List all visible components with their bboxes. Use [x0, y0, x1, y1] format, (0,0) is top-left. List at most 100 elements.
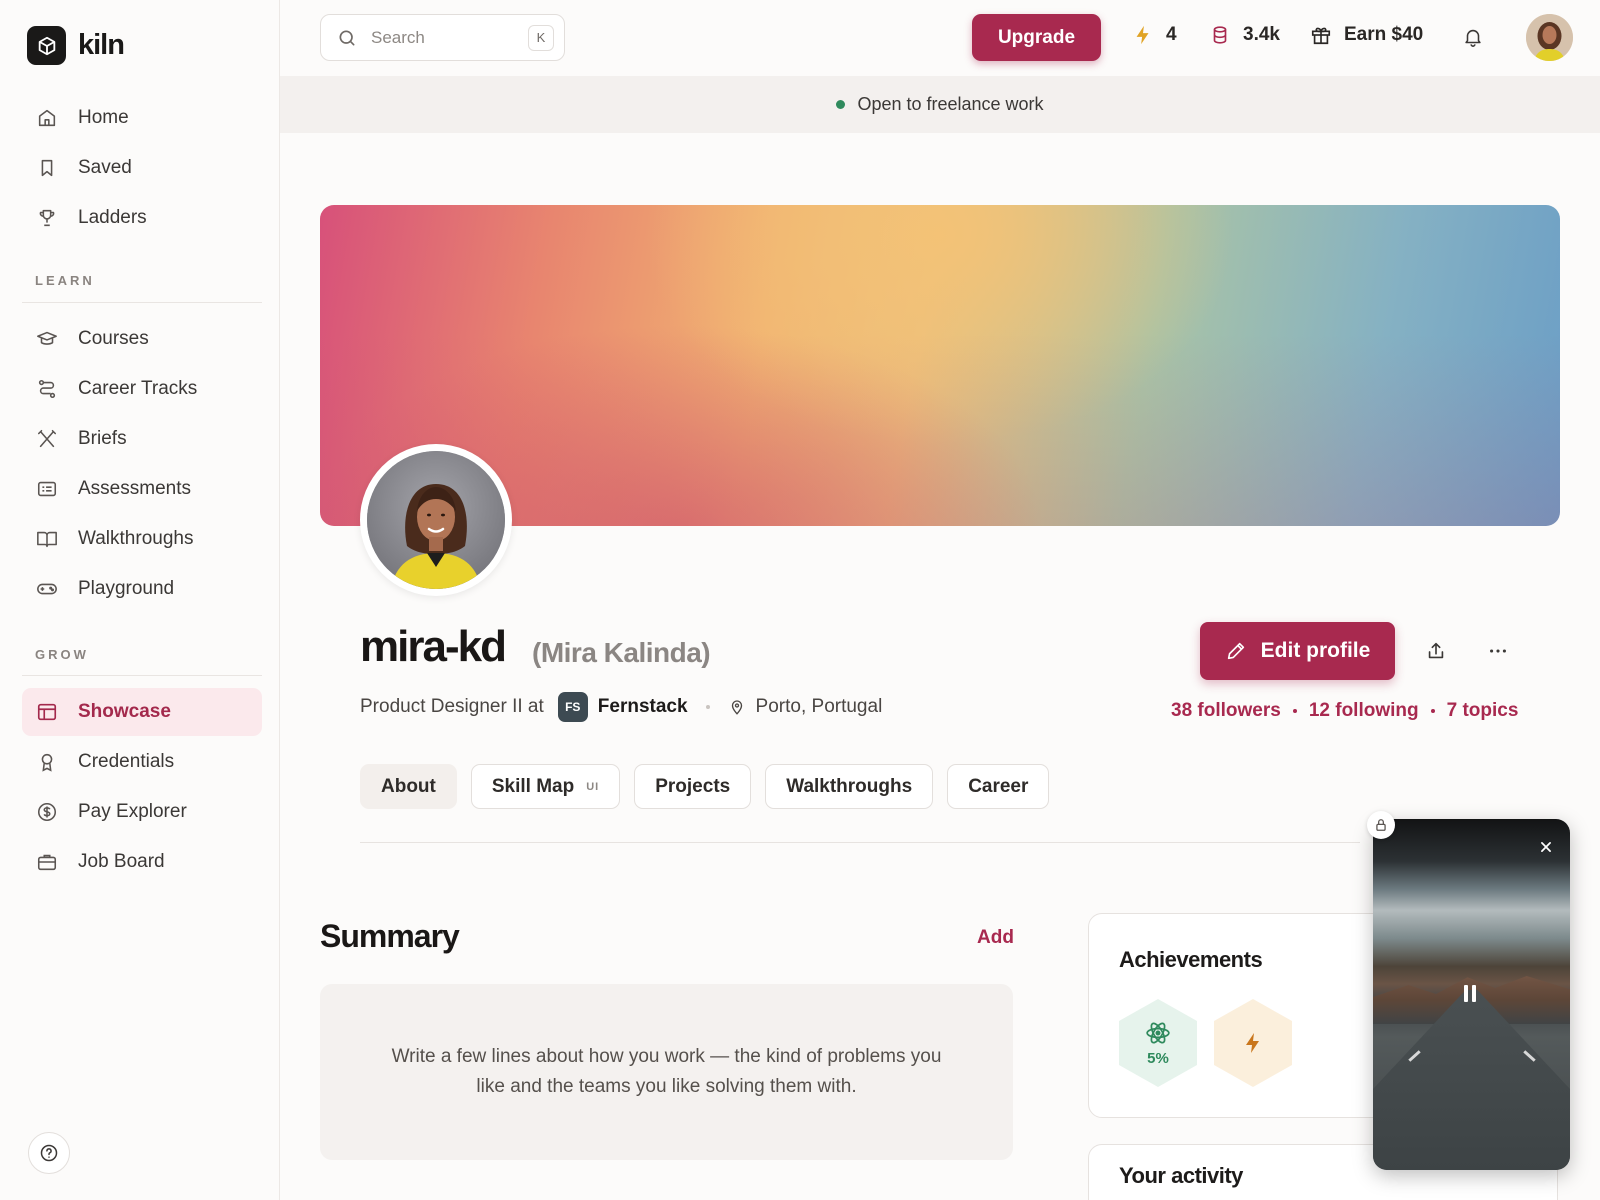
sidebar-item-career-tracks[interactable]: Career Tracks	[22, 365, 262, 413]
pause-icon	[1464, 985, 1468, 1002]
sidebar-item-showcase[interactable]: Showcase	[22, 688, 262, 736]
pause-icon	[1472, 985, 1476, 1002]
app-logo[interactable]: kiln	[27, 26, 125, 65]
following-link[interactable]: 12 following	[1309, 700, 1419, 722]
close-video-button[interactable]	[1534, 835, 1558, 859]
sidebar-item-label: Courses	[78, 328, 149, 349]
tab-label: Walkthroughs	[786, 775, 913, 797]
sidebar-divider	[22, 302, 262, 303]
sidebar-item-home[interactable]: Home	[22, 94, 262, 142]
user-avatar-menu[interactable]	[1526, 14, 1573, 61]
availability-text: Open to freelance work	[857, 94, 1044, 114]
kiln-logo-icon	[27, 26, 66, 65]
app-name: kiln	[78, 29, 125, 61]
sidebar-item-job-board[interactable]: Job Board	[22, 838, 262, 886]
share-button[interactable]	[1416, 631, 1456, 671]
help-button[interactable]	[28, 1132, 70, 1174]
sidebar-item-label: Walkthroughs	[78, 528, 194, 549]
sidebar-item-label: Ladders	[78, 207, 147, 228]
streak-counter[interactable]: 4	[1132, 24, 1177, 46]
home-icon	[38, 109, 56, 127]
sidebar-item-walkthroughs[interactable]: Walkthroughs	[22, 515, 262, 563]
profile-photo	[367, 451, 505, 589]
sidebar-item-saved[interactable]: Saved	[22, 144, 262, 192]
profile-handle: mira-kd	[360, 622, 507, 671]
sidebar-item-label: Briefs	[78, 428, 127, 449]
sidebar-item-credentials[interactable]: Credentials	[22, 738, 262, 786]
upgrade-button[interactable]: Upgrade	[972, 14, 1101, 61]
briefcase-icon	[37, 854, 57, 871]
summary-empty-state[interactable]: Write a few lines about how you work — t…	[320, 984, 1013, 1160]
follow-stats: 38 followers 12 following 7 topics	[1171, 700, 1518, 722]
avatar	[1526, 14, 1573, 61]
sidebar-item-ladders[interactable]: Ladders	[22, 194, 262, 242]
pause-button[interactable]	[1464, 985, 1476, 1002]
tabs-divider	[360, 842, 1360, 843]
achievements-heading: Achievements	[1119, 947, 1263, 972]
tab-walkthroughs[interactable]: Walkthroughs	[765, 764, 934, 809]
tab-skill-map[interactable]: Skill Map UI	[470, 764, 621, 809]
lock-button[interactable]	[1367, 811, 1395, 839]
award-icon	[41, 753, 53, 772]
checklist-icon	[37, 481, 57, 497]
sidebar-item-assessments[interactable]: Assessments	[22, 465, 262, 513]
atom-icon	[1146, 1022, 1170, 1043]
profile-avatar[interactable]	[360, 444, 512, 596]
tab-label: Skill Map	[491, 775, 575, 797]
search-icon	[339, 30, 355, 46]
earn-referral-button[interactable]: Earn $40	[1310, 24, 1423, 46]
sidebar-item-courses[interactable]: Courses	[22, 315, 262, 363]
bookmark-icon	[41, 159, 53, 177]
sidebar-main-nav: Home Saved Ladders	[22, 94, 262, 244]
summary-add-button[interactable]: Add	[977, 927, 1014, 949]
profile-tabs: About Skill Map UI Projects Walkthroughs…	[360, 764, 1050, 809]
status-dot-icon	[836, 100, 846, 109]
layout-icon	[37, 703, 57, 721]
separator-dot	[1292, 709, 1297, 713]
search-input[interactable]: Search K	[320, 14, 565, 61]
video-picture-in-picture[interactable]	[1373, 819, 1570, 1170]
profile-meta: Product Designer II at FS Fernstack Port…	[360, 692, 882, 722]
profile-full-name: (Mira Kalinda)	[532, 637, 711, 668]
streak-value: 4	[1166, 24, 1177, 45]
notifications-button[interactable]	[1462, 26, 1484, 53]
graduation-cap-icon	[37, 331, 57, 345]
sidebar-item-label: Playground	[78, 578, 175, 599]
sidebar-item-pay-explorer[interactable]: Pay Explorer	[22, 788, 262, 836]
tab-label: Career	[968, 775, 1029, 797]
trophy-icon	[39, 209, 55, 227]
company-logo: FS	[557, 692, 588, 722]
gamepad-icon	[37, 583, 57, 595]
tab-career[interactable]: Career	[947, 764, 1050, 809]
sidebar-divider	[22, 675, 262, 676]
tab-badge: UI	[586, 780, 600, 793]
credits-counter[interactable]: 3.4k	[1209, 24, 1280, 46]
achievement-badge[interactable]: 5%	[1119, 999, 1197, 1087]
achievement-badge[interactable]	[1214, 999, 1292, 1087]
sidebar-item-playground[interactable]: Playground	[22, 565, 262, 613]
tab-label: About	[381, 775, 436, 797]
search-placeholder: Search	[371, 27, 425, 47]
earn-label: Earn $40	[1344, 24, 1424, 45]
followers-link[interactable]: 38 followers	[1171, 700, 1281, 722]
separator-dot	[1430, 709, 1435, 713]
share-icon	[1428, 642, 1444, 659]
sidebar-item-label: Saved	[78, 157, 132, 178]
tab-about[interactable]: About	[360, 764, 457, 809]
more-options-button[interactable]	[1478, 631, 1518, 671]
sidebar-item-briefs[interactable]: Briefs	[22, 415, 262, 463]
activity-heading: Your activity	[1119, 1163, 1243, 1188]
edit-profile-button[interactable]: Edit profile	[1200, 622, 1395, 680]
pencil-icon	[1227, 642, 1244, 660]
topics-link[interactable]: 7 topics	[1447, 700, 1519, 722]
close-icon	[1541, 842, 1551, 852]
sidebar: kiln Home Saved Ladders LEARN Courses Ca…	[0, 0, 280, 1200]
profile-company-link[interactable]: Fernstack	[598, 696, 688, 718]
bolt-icon	[1136, 25, 1149, 45]
summary-placeholder-text: Write a few lines about how you work — t…	[391, 1046, 942, 1097]
top-bar: Search K Upgrade 4 3.4k Earn $40	[280, 0, 1600, 76]
profile-cover-banner	[320, 205, 1560, 526]
tab-projects[interactable]: Projects	[634, 764, 752, 809]
achievement-progress: 5%	[1147, 1049, 1169, 1067]
dollar-circle-icon	[37, 802, 57, 822]
